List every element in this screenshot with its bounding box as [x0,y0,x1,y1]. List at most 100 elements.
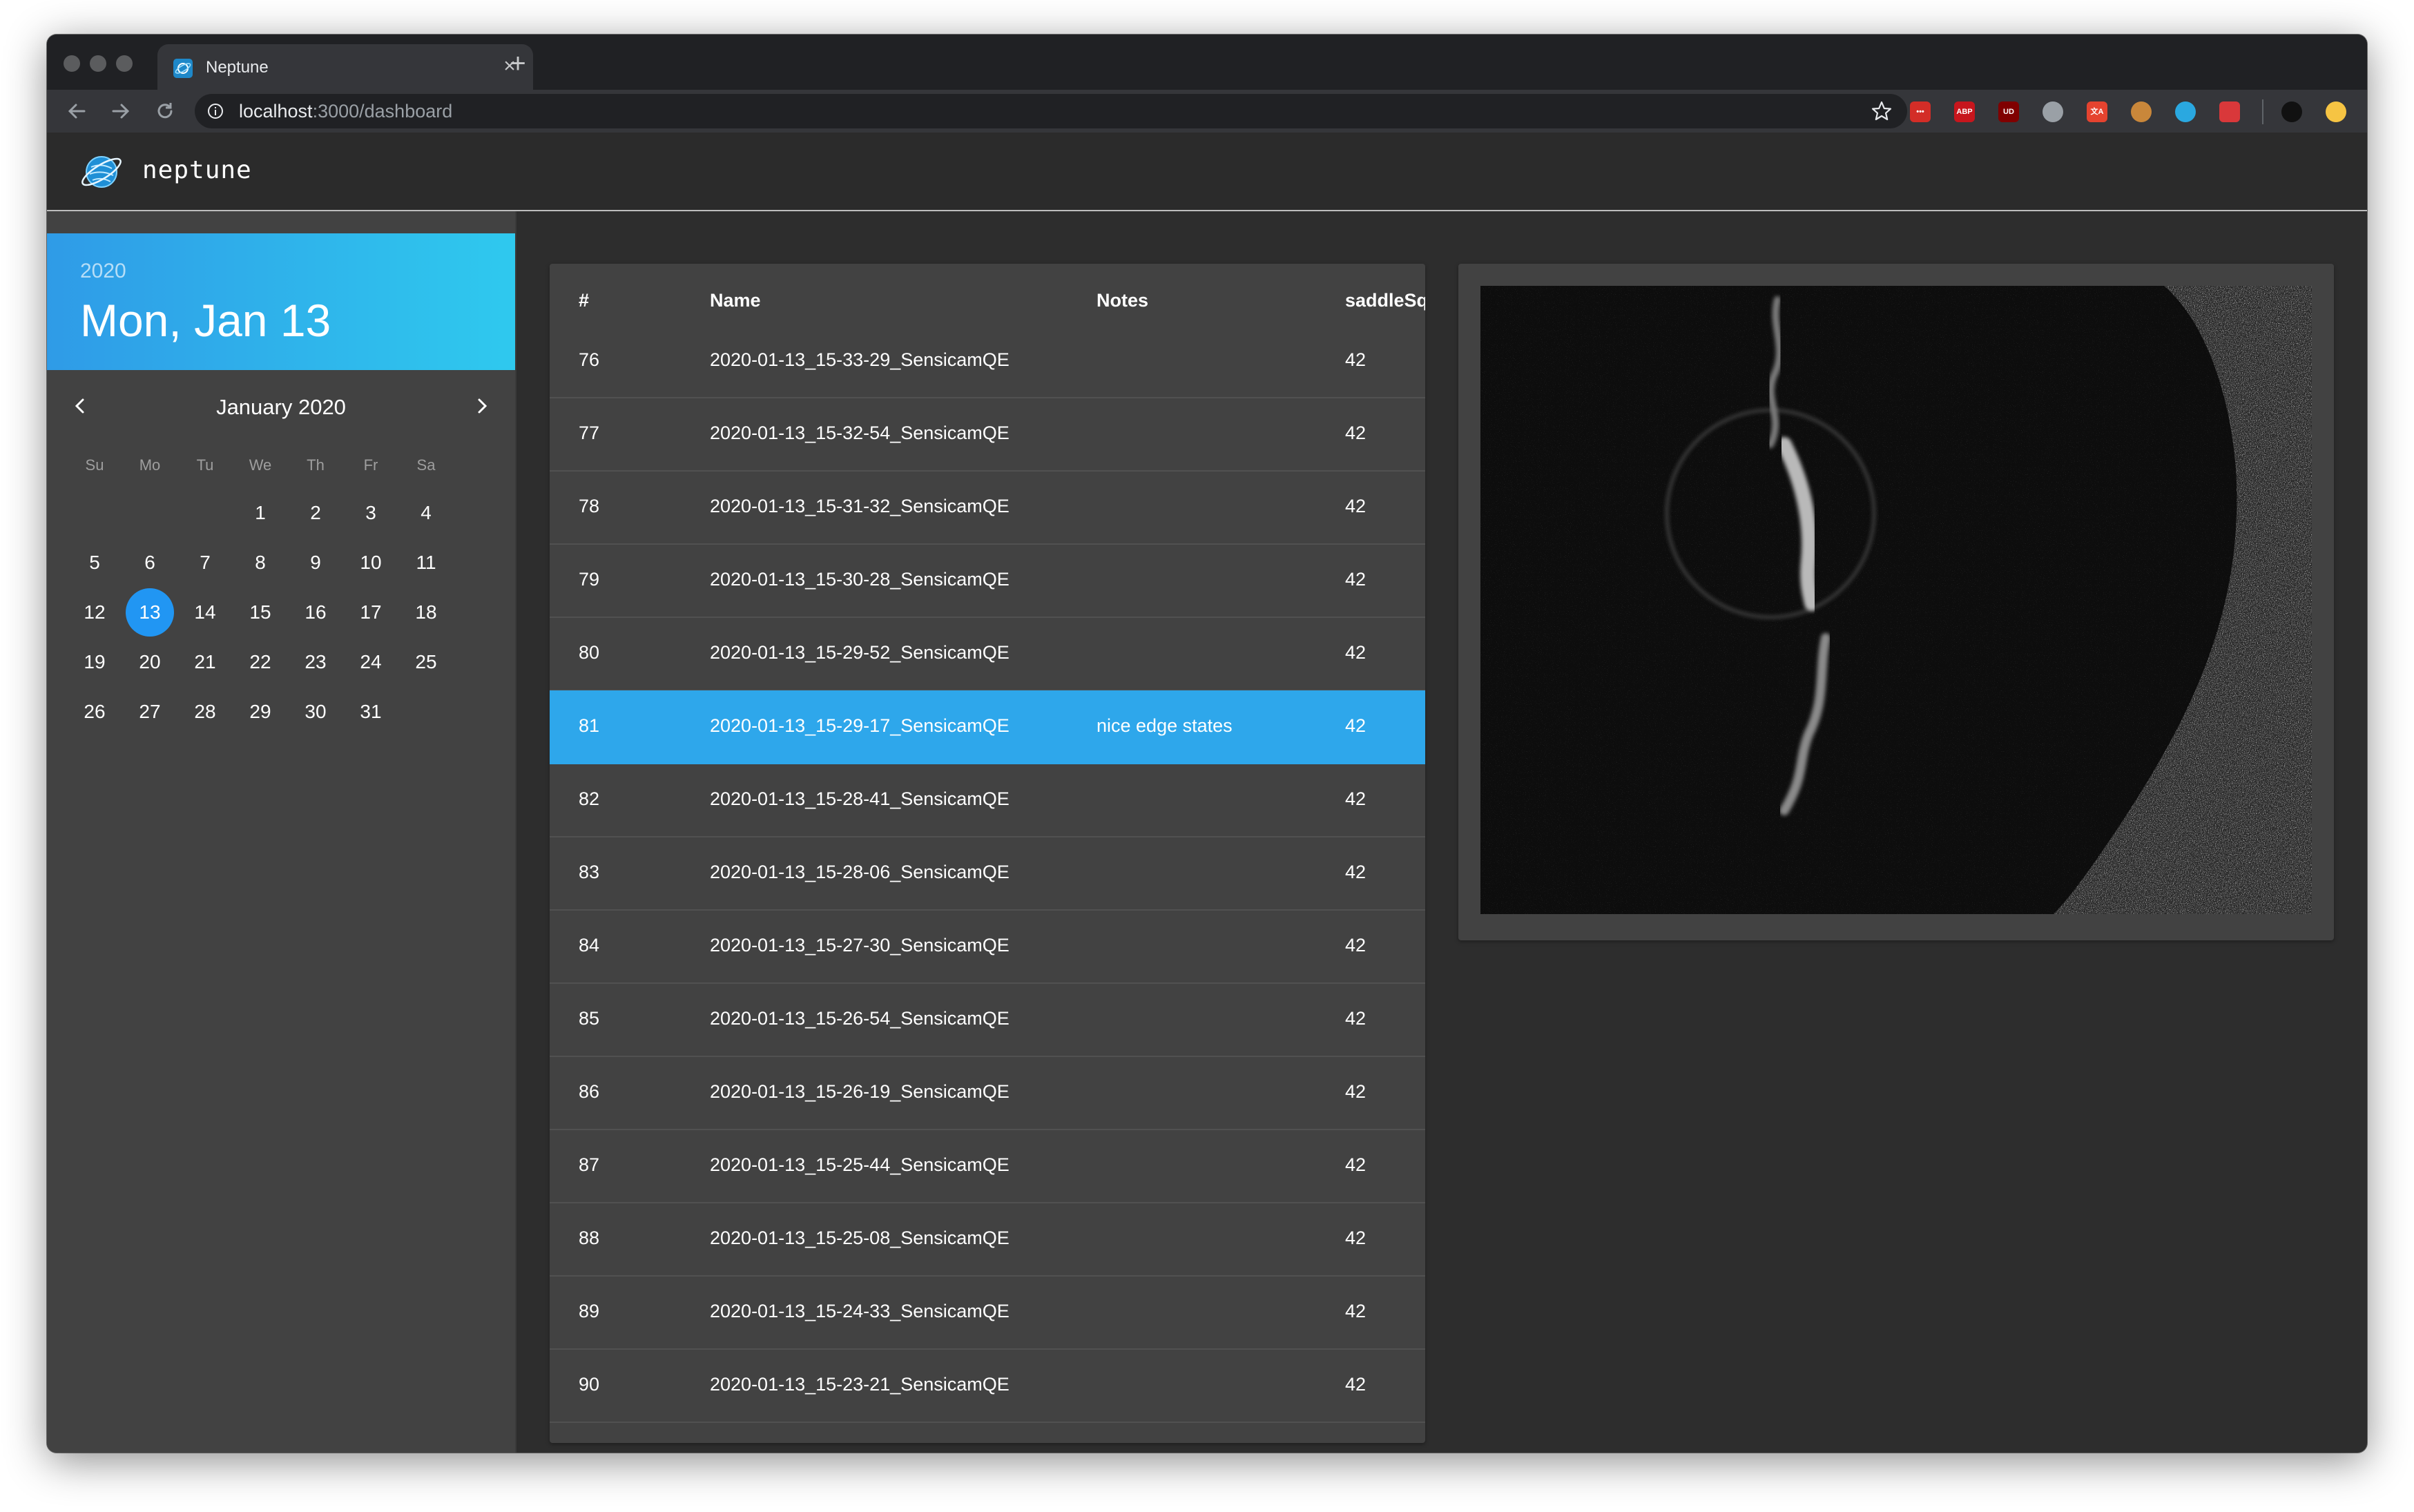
site-info-icon[interactable] [207,103,224,119]
cell-number: 86 [579,1081,600,1102]
extension-adblock-plus-icon[interactable]: ABP [1954,101,1975,122]
cell-saddle: 42 [1345,1081,1367,1102]
date-picker-selected-date: Mon, Jan 13 [80,295,331,346]
extension-ublock-icon[interactable]: UD [1998,101,2019,122]
table-row[interactable]: 76 2020-01-13_15-33-29_SensicamQE 42 [550,345,1425,398]
cell-name: 2020-01-13_15-32-54_SensicamQE [710,423,1010,443]
close-window-button[interactable] [64,55,80,72]
maximize-window-button[interactable] [116,55,133,72]
table-row[interactable]: 87 2020-01-13_15-25-44_SensicamQE 42 [550,1130,1425,1203]
calendar-day[interactable]: 30 [291,688,340,736]
calendar-day[interactable]: 19 [70,638,119,686]
cell-name: 2020-01-13_15-25-08_SensicamQE [710,1228,1010,1248]
tab-title: Neptune [206,58,269,77]
calendar-day[interactable]: 23 [291,638,340,686]
table-row[interactable]: 78 2020-01-13_15-31-32_SensicamQE 42 [550,471,1425,545]
calendar-day[interactable]: 12 [70,588,119,637]
column-header-notes[interactable]: Notes [1097,290,1148,311]
table-row[interactable]: 90 2020-01-13_15-23-21_SensicamQE 42 [550,1349,1425,1423]
calendar-day[interactable]: 7 [181,539,229,587]
table-row[interactable]: 85 2020-01-13_15-26-54_SensicamQE 42 [550,983,1425,1057]
weekday-label: We [249,456,272,474]
extension-dark-mode-icon[interactable] [2281,101,2302,122]
date-picker-header: 2020 Mon, Jan 13 [47,233,515,370]
calendar-day[interactable]: 17 [347,588,395,637]
column-header-number[interactable]: # [579,290,589,311]
table-row[interactable]: 81 2020-01-13_15-29-17_SensicamQE nice edg… [550,690,1425,764]
browser-window: Neptune × + localhost:3000/dashboard •••… [47,35,2367,1453]
calendar-day[interactable]: 26 [70,688,119,736]
cell-number: 90 [579,1374,600,1395]
extension-mouse-icon[interactable] [2043,101,2063,122]
table-row[interactable]: 86 2020-01-13_15-26-19_SensicamQE 42 [550,1056,1425,1130]
table-body: 76 2020-01-13_15-33-29_SensicamQE 42 77 2020… [550,345,1425,1443]
calendar-day[interactable]: 5 [70,539,119,587]
browser-tab[interactable]: Neptune × [157,44,533,90]
extension-lastpass-icon[interactable]: ••• [1910,101,1931,122]
cell-name: 2020-01-13_15-28-06_SensicamQE [710,862,1010,882]
table-row[interactable]: 82 2020-01-13_15-28-41_SensicamQE 42 [550,764,1425,837]
extension-cookie-icon[interactable] [2131,101,2152,122]
calendar-day-selected[interactable]: 13 [126,588,174,637]
calendar-day[interactable]: 2 [291,489,340,537]
column-header-saddle[interactable]: saddleSq [1345,290,1425,311]
calendar-day[interactable]: 1 [236,489,284,537]
calendar-day[interactable]: 28 [181,688,229,736]
calendar-day[interactable]: 9 [291,539,340,587]
cell-saddle: 42 [1345,1374,1367,1395]
calendar-day[interactable]: 24 [347,638,395,686]
column-header-name[interactable]: Name [710,290,761,311]
calendar-day[interactable]: 8 [236,539,284,587]
neptune-favicon-icon [173,59,193,78]
calendar-day[interactable]: 4 [402,489,450,537]
capture-image-drawing [1480,286,2312,914]
cell-number: 82 [579,788,600,809]
date-picker-year[interactable]: 2020 [80,260,126,283]
extension-translate-icon[interactable]: 文A [2087,101,2107,122]
weekday-label: Tu [196,456,214,474]
calendar-day[interactable]: 10 [347,539,395,587]
cell-name: 2020-01-13_15-27-30_SensicamQE [710,935,1010,956]
calendar-day[interactable]: 11 [402,539,450,587]
table-row[interactable]: 88 2020-01-13_15-25-08_SensicamQE 42 [550,1203,1425,1277]
calendar-day[interactable]: 29 [236,688,284,736]
calendar-day[interactable]: 21 [181,638,229,686]
calendar-day[interactable]: 6 [126,539,174,587]
cell-number: 85 [579,1008,600,1029]
calendar-day[interactable]: 27 [126,688,174,736]
calendar-day[interactable]: 18 [402,588,450,637]
table-row[interactable]: 83 2020-01-13_15-28-06_SensicamQE 42 [550,837,1425,911]
url-text[interactable]: localhost:3000/dashboard [239,101,452,122]
calendar-day[interactable]: 15 [236,588,284,637]
cell-saddle: 42 [1345,423,1367,443]
table-row[interactable]: 89 2020-01-13_15-24-33_SensicamQE 42 [550,1276,1425,1350]
app-bar: neptune [47,133,2367,211]
weekday-label: Fr [363,456,378,474]
back-arrow-icon[interactable] [64,98,90,124]
extension-color-picker-icon[interactable] [2175,101,2196,122]
calendar-day[interactable]: 25 [402,638,450,686]
table-row[interactable]: 80 2020-01-13_15-29-52_SensicamQE 42 [550,617,1425,691]
next-month-chevron-icon[interactable] [468,392,496,420]
calendar-day[interactable]: 22 [236,638,284,686]
calendar-day[interactable]: 20 [126,638,174,686]
month-label: January 2020 [216,395,346,419]
cell-number: 78 [579,496,600,516]
calendar-day[interactable]: 14 [181,588,229,637]
extension-puzzle-icon[interactable] [2219,101,2240,122]
reload-icon[interactable] [152,98,178,124]
calendar-day[interactable]: 3 [347,489,395,537]
cell-number: 87 [579,1154,600,1175]
cell-notes: nice edge states [1097,715,1233,736]
table-row[interactable]: 84 2020-01-13_15-27-30_SensicamQE 42 [550,910,1425,984]
table-row[interactable]: 79 2020-01-13_15-30-28_SensicamQE 42 [550,544,1425,618]
calendar-day[interactable]: 31 [347,688,395,736]
address-bar[interactable]: localhost:3000/dashboard [195,94,1907,128]
bookmark-star-icon[interactable] [1870,99,1893,123]
minimize-window-button[interactable] [90,55,106,72]
calendar-day[interactable]: 16 [291,588,340,637]
table-row[interactable]: 77 2020-01-13_15-32-54_SensicamQE 42 [550,398,1425,472]
new-tab-button[interactable]: + [504,50,532,77]
forward-arrow-icon[interactable] [108,98,134,124]
extension-sun-icon[interactable] [2326,101,2346,122]
